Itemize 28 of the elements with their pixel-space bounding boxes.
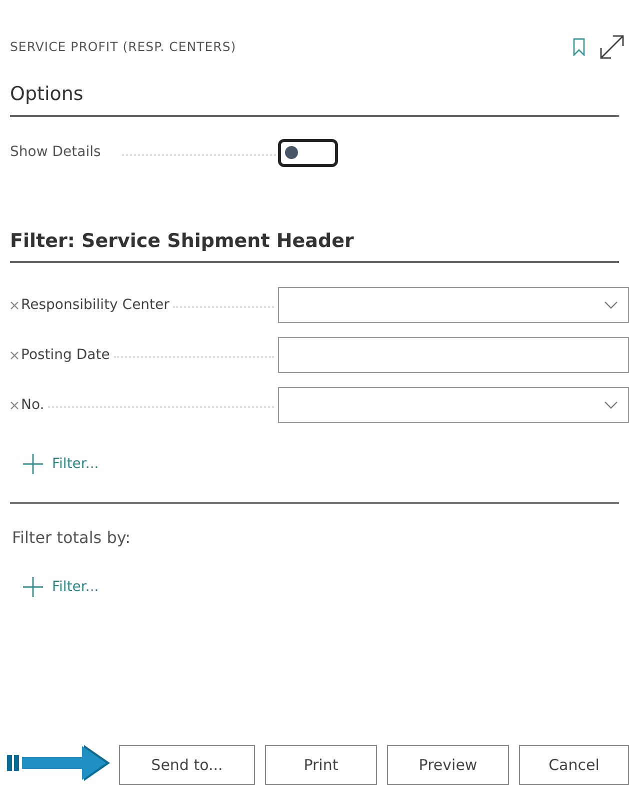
plus-icon — [22, 576, 44, 598]
section-heading: Options — [10, 80, 619, 116]
arrow-icon — [6, 745, 110, 783]
plus-icon — [22, 453, 44, 475]
remove-icon[interactable] — [10, 300, 19, 310]
toggle-switch[interactable] — [278, 138, 338, 166]
input-field[interactable] — [278, 337, 629, 373]
field-label: Posting Date — [21, 346, 110, 364]
chevron-down-icon — [604, 301, 618, 309]
add-filter-link[interactable]: Filter... — [22, 576, 99, 598]
dropdown-field[interactable] — [278, 287, 629, 323]
expand-icon[interactable] — [599, 34, 625, 60]
page-title: SERVICE PROFIT (RESP. CENTERS) — [10, 38, 236, 56]
field-label: Show Details — [10, 143, 102, 162]
remove-icon[interactable] — [10, 350, 19, 360]
action-button[interactable]: Preview — [387, 745, 509, 785]
section-label: Filter totals by: — [12, 527, 132, 549]
action-button[interactable]: Print — [265, 745, 377, 785]
action-button[interactable]: Cancel — [519, 745, 629, 785]
action-button[interactable]: Send to... — [119, 745, 255, 785]
remove-icon[interactable] — [10, 400, 19, 410]
field-label: Responsibility Center — [21, 296, 170, 314]
bookmark-icon[interactable] — [573, 38, 585, 56]
section-heading: Filter: Service Shipment Header — [10, 226, 619, 263]
dropdown-field[interactable] — [278, 387, 629, 423]
add-filter-link[interactable]: Filter... — [22, 453, 99, 475]
chevron-down-icon — [604, 401, 618, 409]
field-label: No. — [21, 396, 44, 414]
